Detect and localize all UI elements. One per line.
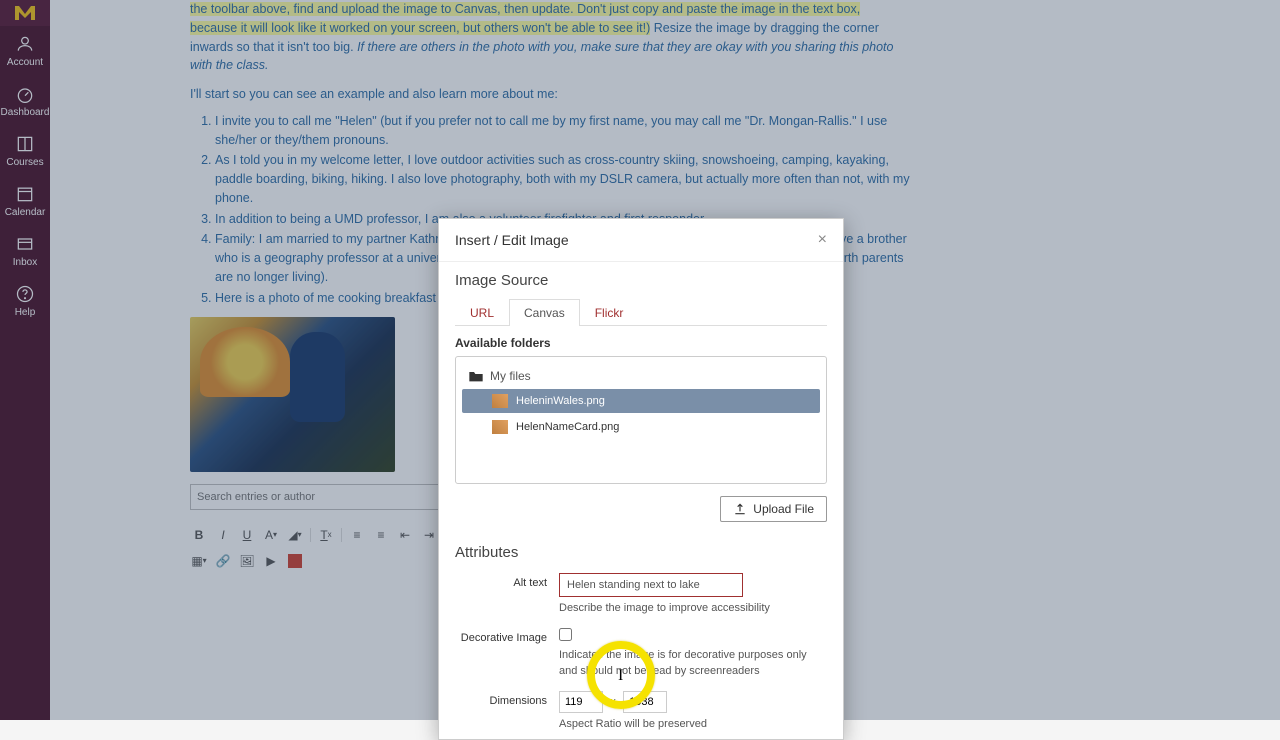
underline-button[interactable]: U <box>238 526 256 544</box>
clear-format-button[interactable]: Tx <box>317 526 335 544</box>
modal-title: Insert / Edit Image <box>455 232 569 248</box>
tab-flickr[interactable]: Flickr <box>580 299 639 326</box>
source-tabs: URL Canvas Flickr <box>455 299 827 326</box>
nav-courses[interactable]: Courses <box>0 126 50 176</box>
search-input[interactable] <box>190 484 455 510</box>
file-thumbnail-icon <box>492 420 508 434</box>
record-button[interactable] <box>286 552 304 570</box>
list-item: I invite you to call me "Helen" (but if … <box>215 112 910 150</box>
alt-text-input[interactable] <box>559 573 743 597</box>
file-name: HelenNameCard.png <box>516 421 619 433</box>
list-item: As I told you in my welcome letter, I lo… <box>215 151 910 207</box>
tab-url[interactable]: URL <box>455 299 509 326</box>
nav-help[interactable]: Help <box>0 276 50 326</box>
dimension-separator: x <box>606 696 620 708</box>
image-button[interactable]: 🖼 <box>238 552 256 570</box>
nav-courses-label: Courses <box>6 157 43 168</box>
indent-button[interactable]: ⇥ <box>420 526 438 544</box>
decorative-label: Decorative Image <box>455 628 559 644</box>
bg-color-button[interactable]: ◢▾ <box>286 526 304 544</box>
file-thumbnail-icon <box>492 394 508 408</box>
embedded-photo[interactable] <box>190 317 395 472</box>
nav-dashboard[interactable]: Dashboard <box>0 76 50 126</box>
institution-logo[interactable] <box>0 0 50 26</box>
outdent-button[interactable]: ⇤ <box>396 526 414 544</box>
table-button[interactable]: ▦▾ <box>190 552 208 570</box>
folder-label: My files <box>490 369 531 383</box>
nav-account-label: Account <box>7 57 43 68</box>
file-item-selected[interactable]: HeleninWales.png <box>462 389 820 413</box>
intro-text: I'll start so you can see an example and… <box>190 85 910 104</box>
italic-button[interactable]: I <box>214 526 232 544</box>
aspect-ratio-text: Aspect Ratio will be preserved <box>559 717 827 732</box>
align-center-button[interactable]: ≡ <box>372 526 390 544</box>
width-input[interactable] <box>559 691 603 713</box>
nav-inbox[interactable]: Inbox <box>0 226 50 276</box>
decorative-checkbox[interactable] <box>559 628 572 641</box>
nav-dashboard-label: Dashboard <box>1 107 50 118</box>
decorative-help-text: Indicates the image is for decorative pu… <box>559 648 827 679</box>
height-input[interactable] <box>623 691 667 713</box>
alt-text-label: Alt text <box>455 573 559 589</box>
attributes-heading: Attributes <box>439 534 843 567</box>
align-left-button[interactable]: ≡ <box>348 526 366 544</box>
available-folders-label: Available folders <box>439 326 843 356</box>
nav-help-label: Help <box>15 307 36 318</box>
nav-account[interactable]: Account <box>0 26 50 76</box>
nav-inbox-label: Inbox <box>13 257 37 268</box>
folder-tree: My files HeleninWales.png HelenNameCard.… <box>455 356 827 484</box>
alt-help-text: Describe the image to improve accessibil… <box>559 601 827 616</box>
dimensions-label: Dimensions <box>455 691 559 707</box>
upload-file-button[interactable]: Upload File <box>720 496 827 522</box>
link-button[interactable]: 🔗 <box>214 552 232 570</box>
folder-my-files[interactable]: My files <box>456 365 826 387</box>
text-color-button[interactable]: A▾ <box>262 526 280 544</box>
upload-label: Upload File <box>753 502 814 516</box>
tab-canvas[interactable]: Canvas <box>509 299 580 326</box>
bold-button[interactable]: B <box>190 526 208 544</box>
close-button[interactable]: × <box>818 231 827 249</box>
nav-calendar[interactable]: Calendar <box>0 176 50 226</box>
image-source-heading: Image Source <box>439 262 843 295</box>
instruction-text: the toolbar above, find and upload the i… <box>190 0 910 75</box>
nav-calendar-label: Calendar <box>5 207 46 218</box>
file-item[interactable]: HelenNameCard.png <box>462 415 820 439</box>
global-nav: Account Dashboard Courses Calendar Inbox… <box>0 0 50 720</box>
media-button[interactable]: ▶ <box>262 552 280 570</box>
file-name: HeleninWales.png <box>516 395 605 407</box>
insert-image-modal: Insert / Edit Image × Image Source URL C… <box>438 218 844 740</box>
